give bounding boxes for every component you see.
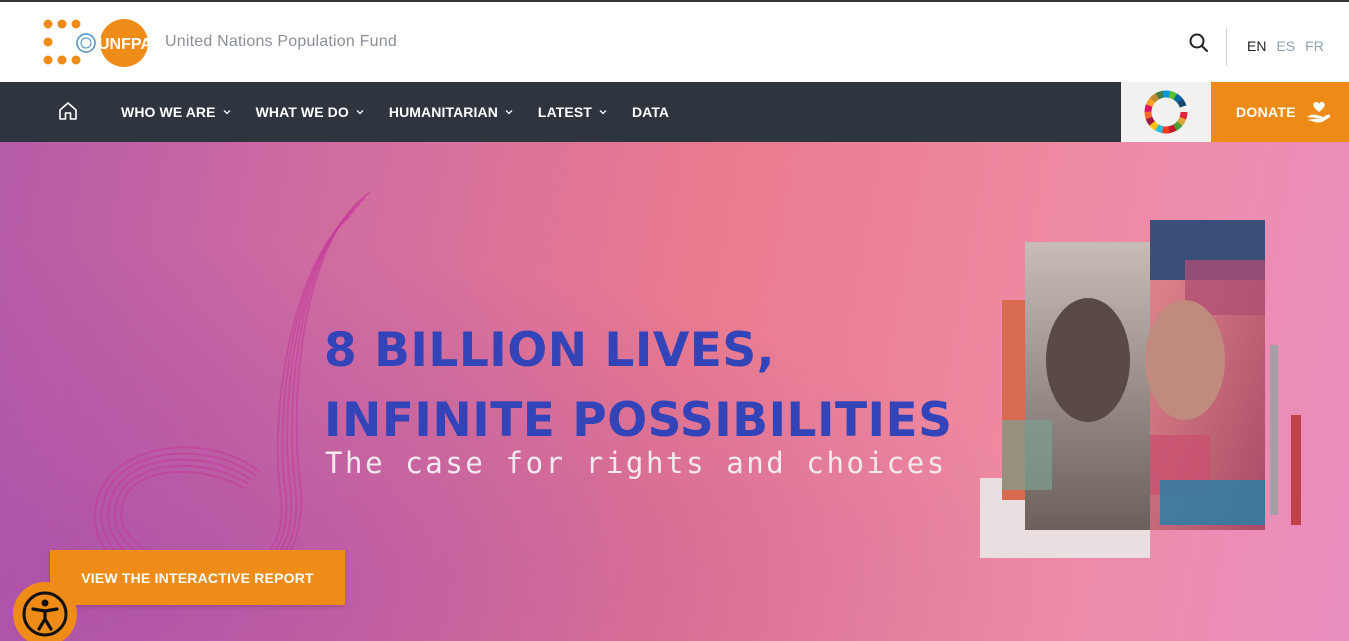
nav-label: HUMANITARIAN [388, 104, 498, 120]
donate-label: DONATE [1236, 104, 1296, 120]
svg-text:UNFPA: UNFPA [98, 36, 148, 53]
hero-subline: The case for rights and choices [325, 446, 947, 480]
nav-label: WHAT WE DO [255, 104, 349, 120]
nav-label: DATA [631, 104, 670, 120]
org-name: United Nations Population Fund [165, 33, 397, 50]
hero-headline: 8 BILLION LIVES, INFINITE POSSIBILITIES [324, 316, 953, 456]
nav-who-we-are[interactable]: WHO WE ARE [121, 104, 232, 120]
search-icon[interactable] [1187, 31, 1211, 55]
lang-en[interactable]: EN [1247, 38, 1266, 54]
sdg-wheel-link[interactable] [1121, 82, 1211, 142]
portrait-collage-image [980, 220, 1301, 558]
headline-line-1: 8 BILLION LIVES, [324, 323, 776, 378]
heart-hand-icon [1306, 101, 1331, 123]
nav-label: WHO WE ARE [121, 104, 216, 120]
accessibility-icon [22, 591, 68, 637]
site-header: UNFPA United Nations Population Fund EN … [0, 0, 1349, 82]
hero-banner: 8 BILLION LIVES, INFINITE POSSIBILITIES … [0, 142, 1349, 641]
nav-humanitarian[interactable]: HUMANITARIAN [389, 104, 514, 120]
lang-es[interactable]: ES [1276, 38, 1295, 54]
chevron-down-icon [356, 110, 364, 115]
home-icon[interactable] [57, 100, 79, 122]
donate-button[interactable]: DONATE [1211, 82, 1349, 142]
view-report-button[interactable]: VIEW THE INTERACTIVE REPORT [50, 550, 345, 605]
sdg-wheel-icon [1144, 90, 1188, 134]
chevron-down-icon [223, 110, 231, 115]
nav-data[interactable]: DATA [632, 104, 669, 120]
language-switcher: EN ES FR [1247, 38, 1324, 54]
main-nav: WHO WE ARE WHAT WE DO HUMANITARIAN LATES… [0, 82, 1349, 142]
header-divider [1226, 28, 1227, 66]
nav-latest[interactable]: LATEST [538, 104, 608, 120]
chevron-down-icon [505, 110, 513, 115]
chevron-down-icon [599, 110, 607, 115]
nav-label: LATEST [537, 104, 592, 120]
unfpa-logo[interactable]: UNFPA [42, 18, 148, 68]
nav-what-we-do[interactable]: WHAT WE DO [256, 104, 365, 120]
lang-fr[interactable]: FR [1305, 38, 1324, 54]
accessibility-button[interactable] [13, 582, 77, 641]
